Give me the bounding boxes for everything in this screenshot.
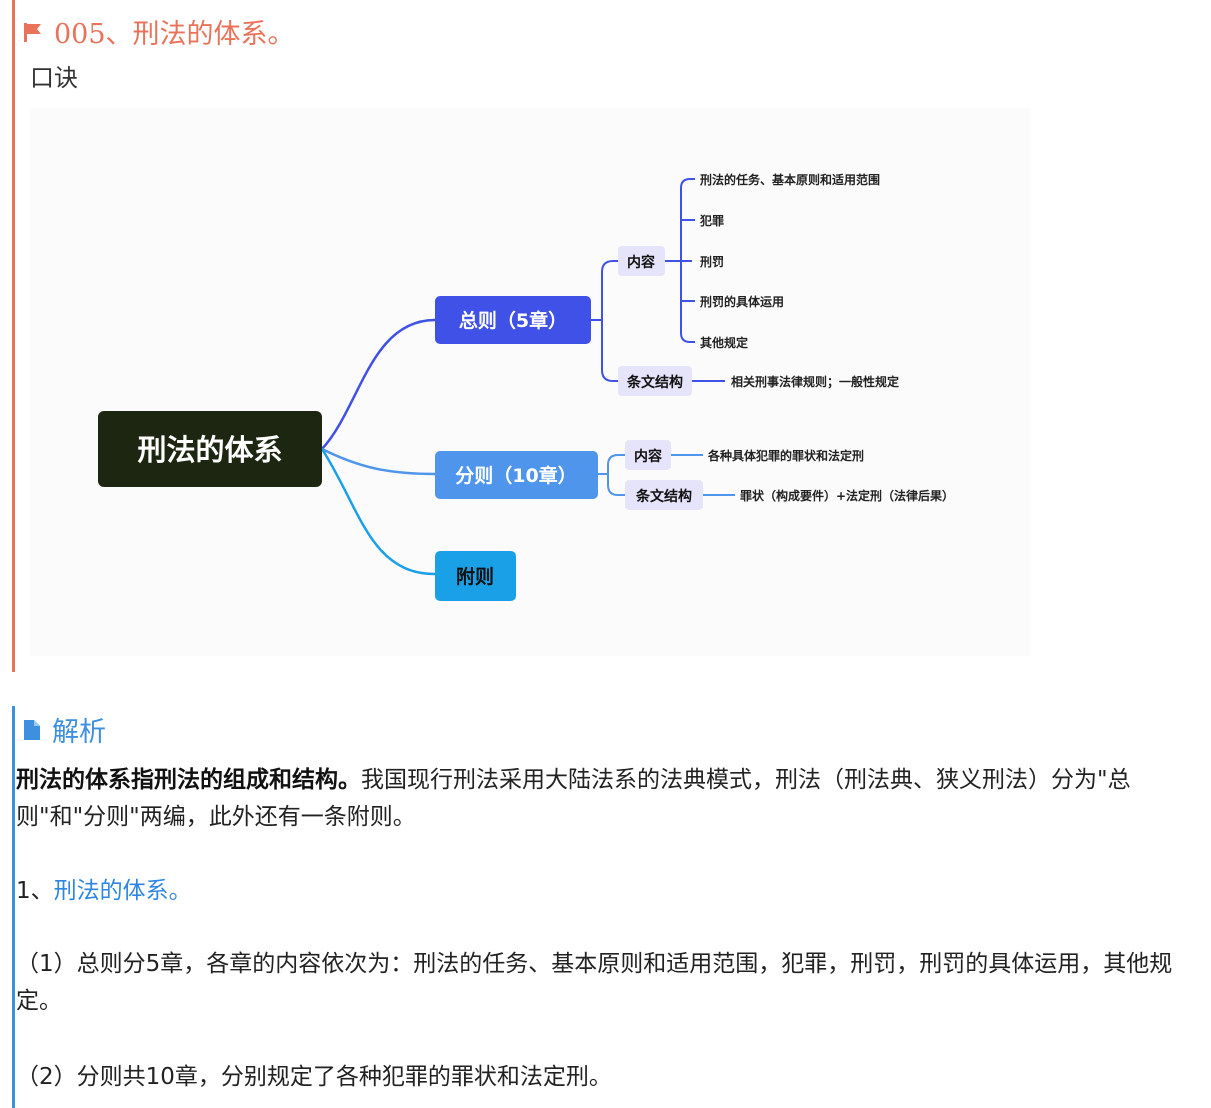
mindmap-specific-content-label: 内容 [634,448,662,465]
specific-part-paragraph: （2）分则共10章，分别规定了各种犯罪的罪状和法定刑。 [16,1064,612,1090]
analysis-heading: 解析 [22,710,106,749]
mindmap-root-label: 刑法的体系 [137,433,282,467]
mindmap-leaf: 各种具体犯罪的罪状和法定刑 [707,448,864,463]
flag-icon [24,22,41,42]
section-number: 1、 [16,878,54,904]
mindmap-general-structure-label: 条文结构 [626,374,683,391]
question-heading: 005、刑法的体系。 [22,12,295,51]
mindmap-leaf: 刑罚的具体运用 [700,294,784,309]
section-link[interactable]: 刑法的体系。 [54,878,192,904]
mindmap-leaf: 犯罪 [699,213,724,228]
document-icon [24,719,40,740]
mindmap-leaf: 相关刑事法律规则；一般性规定 [731,374,899,389]
mindmap-connectors [320,318,436,576]
mindmap-leaf: 刑罚 [700,255,724,269]
mindmap-general-content-label: 内容 [627,254,655,271]
mindmap-leaf: 刑法的任务、基本原则和适用范围 [700,172,880,187]
mindmap-specific-structure-label: 条文结构 [635,488,692,505]
mindmap-image: 刑法的体系 总则（5章） 分则（10章） 附则 内容 条文结构 刑法的任务、基本… [30,108,1030,656]
question-title: 005、刑法的体系。 [54,19,295,50]
analysis-paragraph: 刑法的体系指刑法的组成和结构。我国现行刑法采用大陆法系的法典模式，刑法（刑法典、… [16,762,1186,836]
analysis-title: 解析 [52,717,106,748]
general-part-paragraph: （1）总则分5章，各章的内容依次为：刑法的任务、基本原则和适用范围，犯罪，刑罚，… [16,951,1173,1014]
mnemonic-label: 口诀 [30,64,78,92]
section-heading-1: 1、刑法的体系。 [16,873,1186,910]
mindmap-leaf: 其他规定 [700,335,748,350]
mindmap-appendix-label: 附则 [456,565,494,588]
mindmap-general-label: 总则（5章） [459,309,567,332]
mindmap-specific-label: 分则（10章） [455,464,576,487]
definition-bold: 刑法的体系指刑法的组成和结构。 [16,767,361,793]
mindmap-leaf: 罪状（构成要件）+法定刑（法律后果） [740,488,954,503]
